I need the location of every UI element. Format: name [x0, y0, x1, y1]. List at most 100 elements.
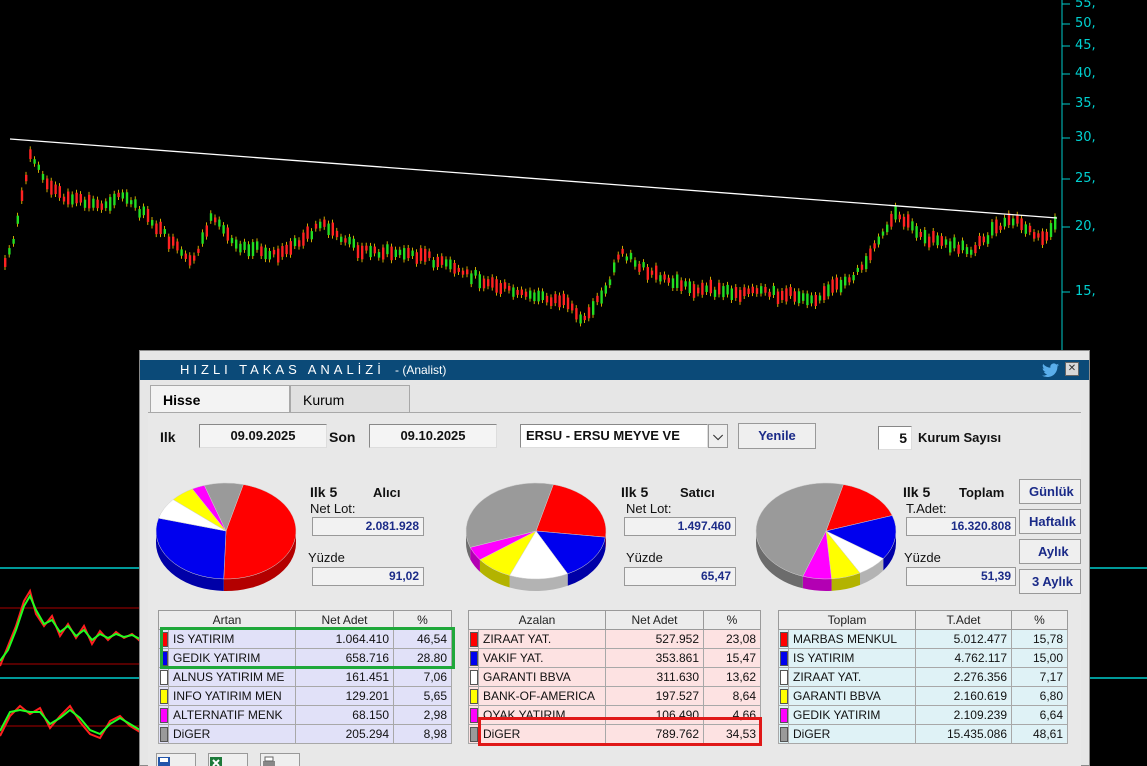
- azalan-header-value[interactable]: Net Adet: [605, 610, 704, 630]
- candle-body: [1049, 223, 1053, 237]
- candle-body: [54, 184, 57, 195]
- candle-body: [440, 256, 444, 265]
- color-swatch: [158, 667, 169, 687]
- refresh-button[interactable]: Yenile: [738, 423, 816, 449]
- table-row[interactable]: DiGER 15.435.086 48,61: [778, 724, 1068, 744]
- candle-body: [445, 259, 448, 267]
- candle-body: [621, 248, 624, 254]
- table-row[interactable]: GARANTI BBVA 2.160.619 6,80: [778, 686, 1068, 706]
- price-chart[interactable]: [0, 0, 1147, 350]
- candle-body: [167, 236, 171, 249]
- candle-body: [877, 236, 880, 245]
- table-row[interactable]: ZIRAAT YAT. 527.952 23,08: [468, 629, 761, 649]
- toplam-header-pct[interactable]: %: [1011, 610, 1068, 630]
- symbol-select[interactable]: ERSU - ERSU MEYVE VE: [520, 424, 708, 448]
- candle-body: [428, 251, 431, 258]
- title-bar[interactable]: HIZLI TAKAS ANALİZİ - (Analist) ✕: [140, 360, 1089, 380]
- excel-icon[interactable]: [208, 753, 248, 766]
- row-name: DiGER: [788, 724, 916, 744]
- candle-body: [1033, 232, 1036, 239]
- candle-body: [802, 293, 805, 301]
- row-name: BANK-OF-AMERICA: [478, 686, 606, 706]
- candle-body: [117, 192, 120, 198]
- table-row[interactable]: DiGER 205.294 8,98: [158, 724, 452, 744]
- tab-kurum[interactable]: Kurum: [290, 385, 410, 413]
- color-swatch: [158, 705, 169, 725]
- period-gunluk-button[interactable]: Günlük: [1019, 479, 1081, 504]
- candle-body: [823, 286, 826, 301]
- candle-body: [146, 208, 150, 222]
- tab-hisse[interactable]: Hisse: [150, 385, 290, 413]
- candle-body: [835, 277, 838, 290]
- chevron-down-icon[interactable]: ⌵: [708, 424, 728, 448]
- candle-body: [163, 229, 166, 234]
- pie-chart-toplam: [755, 482, 897, 591]
- candle-body: [365, 245, 368, 251]
- candle-body: [629, 252, 633, 260]
- row-name: VAKIF YAT.: [478, 648, 606, 668]
- end-date-field[interactable]: 09.10.2025: [369, 424, 497, 448]
- candle-body: [726, 284, 729, 295]
- candlesticks: [4, 146, 1057, 327]
- candle-body: [33, 159, 36, 164]
- candle-body: [957, 244, 960, 254]
- period-3aylik-button[interactable]: 3 Aylık: [1019, 569, 1081, 594]
- candle-body: [797, 291, 801, 304]
- table-row[interactable]: INFO YATIRIM MEN 129.201 5,65: [158, 686, 452, 706]
- summary-alici-lot: 2.081.928: [312, 517, 424, 536]
- candle-body: [453, 262, 456, 274]
- row-value: 68.150: [295, 705, 394, 725]
- candle-body: [579, 314, 582, 324]
- summary-alici-pct-label: Yüzde: [308, 550, 345, 565]
- start-date-field[interactable]: 09.09.2025: [199, 424, 327, 448]
- row-value: 15.435.086: [915, 724, 1012, 744]
- candle-body: [860, 264, 864, 270]
- period-aylik-button[interactable]: Aylık: [1019, 539, 1081, 564]
- table-row[interactable]: ALTERNATIF MENK 68.150 2,98: [158, 705, 452, 725]
- color-swatch: [778, 667, 789, 687]
- table-row[interactable]: GARANTI BBVA 311.630 13,62: [468, 667, 761, 687]
- candle-body: [323, 219, 326, 227]
- row-pct: 8,64: [703, 686, 761, 706]
- candle-body: [991, 222, 994, 236]
- row-pct: 5,65: [393, 686, 452, 706]
- print-icon[interactable]: [260, 753, 300, 766]
- candle-body: [302, 232, 305, 246]
- table-row[interactable]: IS YATIRIM 4.762.117 15,00: [778, 648, 1068, 668]
- close-icon[interactable]: ✕: [1065, 362, 1079, 376]
- toplam-header-value[interactable]: T.Adet: [915, 610, 1012, 630]
- table-row[interactable]: VAKIF YAT. 353.861 15,47: [468, 648, 761, 668]
- candle-body: [226, 227, 229, 241]
- candle-body: [499, 283, 502, 294]
- azalan-header-name[interactable]: Azalan: [468, 610, 606, 630]
- count-input[interactable]: 5: [878, 426, 912, 450]
- twitter-icon[interactable]: [1042, 362, 1060, 378]
- candle-body: [92, 198, 95, 208]
- candle-body: [214, 217, 217, 223]
- candle-body: [386, 244, 389, 255]
- count-label: Kurum Sayısı: [918, 430, 1002, 445]
- table-row[interactable]: ZIRAAT YAT. 2.276.356 7,17: [778, 667, 1068, 687]
- candle-body: [201, 232, 204, 244]
- row-name: ALNUS YATIRIM ME: [168, 667, 296, 687]
- candle-body: [827, 284, 830, 297]
- summary-toplam-pct: 51,39: [906, 567, 1016, 586]
- table-row[interactable]: ALNUS YATIRIM ME 161.451 7,06: [158, 667, 452, 687]
- toplam-table[interactable]: Toplam T.Adet % MARBAS MENKUL 5.012.477 15…: [778, 610, 1068, 744]
- azalan-header-pct[interactable]: %: [703, 610, 761, 630]
- save-icon[interactable]: [156, 753, 196, 766]
- candle-body: [705, 285, 708, 293]
- period-haftalik-button[interactable]: Haftalık: [1019, 509, 1081, 534]
- candle-body: [281, 246, 284, 257]
- candle-body: [659, 275, 662, 282]
- table-row[interactable]: MARBAS MENKUL 5.012.477 15,78: [778, 629, 1068, 649]
- candle-body: [684, 281, 687, 287]
- candle-body: [722, 286, 725, 298]
- summary-toplam-lot: 16.320.808: [906, 517, 1016, 536]
- table-row[interactable]: GEDIK YATIRIM 2.109.239 6,64: [778, 705, 1068, 725]
- table-row[interactable]: BANK-OF-AMERICA 197.527 8,64: [468, 686, 761, 706]
- toplam-header-name[interactable]: Toplam: [778, 610, 916, 630]
- price-tick-label: 50,: [1075, 16, 1096, 31]
- candle-body: [713, 289, 717, 297]
- candle-body: [764, 286, 767, 293]
